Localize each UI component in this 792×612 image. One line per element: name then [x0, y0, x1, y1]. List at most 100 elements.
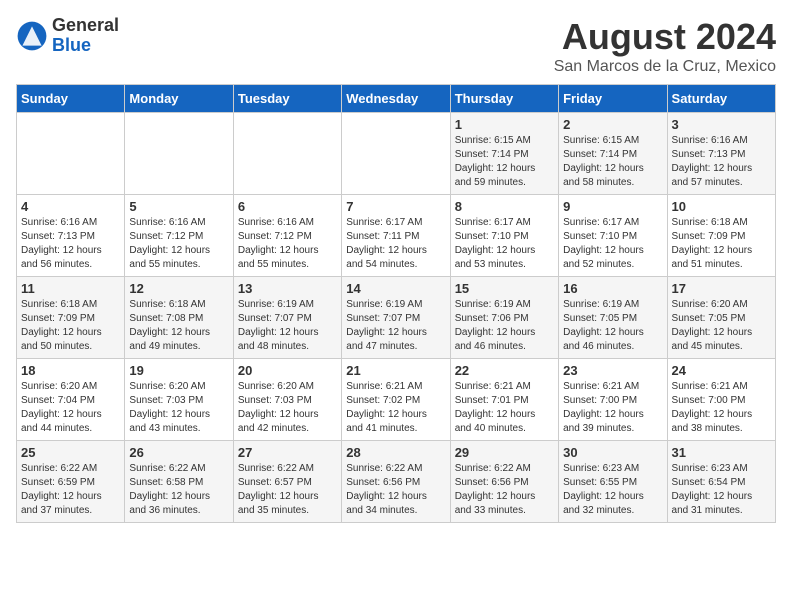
week-row-3: 11 Sunrise: 6:18 AM Sunset: 7:09 PM Dayli… [17, 277, 776, 359]
day-number: 26 [129, 445, 228, 460]
day-info: Sunrise: 6:18 AM Sunset: 7:09 PM Dayligh… [21, 298, 120, 354]
day-cell: 27Sunrise: 6:22 AM Sunset: 6:57 PM Dayli… [233, 441, 341, 523]
day-number: 17 [672, 281, 771, 296]
day-info: Sunrise: 6:16 AM Sunset: 7:13 PM Dayligh… [672, 134, 771, 190]
weekday-header-thursday: Thursday [450, 85, 558, 113]
day-cell [233, 113, 341, 195]
logo-general: General [52, 16, 119, 36]
weekday-header-saturday: Saturday [667, 85, 775, 113]
day-cell: 2Sunrise: 6:15 AM Sunset: 7:14 PM Daylig… [559, 113, 667, 195]
day-info: Sunrise: 6:20 AM Sunset: 7:05 PM Dayligh… [672, 298, 771, 354]
day-cell: 4 Sunrise: 6:16 AM Sunset: 7:13 PM Daylig… [17, 195, 125, 277]
day-info: Sunrise: 6:23 AM Sunset: 6:54 PM Dayligh… [672, 462, 771, 518]
day-number: 22 [455, 363, 554, 378]
weekday-header-tuesday: Tuesday [233, 85, 341, 113]
day-info: Sunrise: 6:21 AM Sunset: 7:00 PM Dayligh… [672, 380, 771, 436]
day-info: Sunrise: 6:22 AM Sunset: 6:59 PM Dayligh… [21, 462, 120, 518]
day-info: Sunrise: 6:16 AM Sunset: 7:12 PM Dayligh… [129, 216, 228, 272]
day-number: 10 [672, 199, 771, 214]
day-number: 16 [563, 281, 662, 296]
weekday-header-monday: Monday [125, 85, 233, 113]
day-cell: 16 Sunrise: 6:19 AM Sunset: 7:05 PM Dayli… [559, 277, 667, 359]
day-cell: 31 Sunrise: 6:23 AM Sunset: 6:54 PM Dayli… [667, 441, 775, 523]
page-header: General Blue August 2024 San Marcos de l… [16, 16, 776, 76]
day-number: 7 [346, 199, 445, 214]
day-info: Sunrise: 6:16 AM Sunset: 7:13 PM Dayligh… [21, 216, 120, 272]
day-number: 29 [455, 445, 554, 460]
day-cell: 8 Sunrise: 6:17 AM Sunset: 7:10 PM Daylig… [450, 195, 558, 277]
weekday-header-wednesday: Wednesday [342, 85, 450, 113]
day-info: Sunrise: 6:17 AM Sunset: 7:10 PM Dayligh… [455, 216, 554, 272]
day-number: 27 [238, 445, 337, 460]
day-cell: 11 Sunrise: 6:18 AM Sunset: 7:09 PM Dayli… [17, 277, 125, 359]
calendar-table: SundayMondayTuesdayWednesdayThursdayFrid… [16, 84, 776, 523]
day-cell: 14Sunrise: 6:19 AM Sunset: 7:07 PM Dayli… [342, 277, 450, 359]
week-row-5: 25 Sunrise: 6:22 AM Sunset: 6:59 PM Dayli… [17, 441, 776, 523]
day-info: Sunrise: 6:19 AM Sunset: 7:06 PM Dayligh… [455, 298, 554, 354]
day-info: Sunrise: 6:22 AM Sunset: 6:56 PM Dayligh… [455, 462, 554, 518]
day-info: Sunrise: 6:18 AM Sunset: 7:09 PM Dayligh… [672, 216, 771, 272]
day-cell: 7 Sunrise: 6:17 AM Sunset: 7:11 PM Daylig… [342, 195, 450, 277]
day-number: 31 [672, 445, 771, 460]
day-info: Sunrise: 6:17 AM Sunset: 7:10 PM Dayligh… [563, 216, 662, 272]
logo-text: General Blue [52, 16, 119, 56]
day-info: Sunrise: 6:17 AM Sunset: 7:11 PM Dayligh… [346, 216, 445, 272]
day-number: 3 [672, 117, 771, 132]
day-cell: 1Sunrise: 6:15 AM Sunset: 7:14 PM Daylig… [450, 113, 558, 195]
day-number: 18 [21, 363, 120, 378]
day-cell: 22Sunrise: 6:21 AM Sunset: 7:01 PM Dayli… [450, 359, 558, 441]
day-cell: 28 Sunrise: 6:22 AM Sunset: 6:56 PM Dayli… [342, 441, 450, 523]
day-number: 12 [129, 281, 228, 296]
week-row-2: 4 Sunrise: 6:16 AM Sunset: 7:13 PM Daylig… [17, 195, 776, 277]
day-info: Sunrise: 6:19 AM Sunset: 7:05 PM Dayligh… [563, 298, 662, 354]
day-cell [342, 113, 450, 195]
week-row-1: 1Sunrise: 6:15 AM Sunset: 7:14 PM Daylig… [17, 113, 776, 195]
day-cell [17, 113, 125, 195]
day-cell: 10 Sunrise: 6:18 AM Sunset: 7:09 PM Dayli… [667, 195, 775, 277]
day-cell: 5 Sunrise: 6:16 AM Sunset: 7:12 PM Daylig… [125, 195, 233, 277]
logo-icon [16, 20, 48, 52]
day-cell: 17 Sunrise: 6:20 AM Sunset: 7:05 PM Dayli… [667, 277, 775, 359]
day-info: Sunrise: 6:22 AM Sunset: 6:56 PM Dayligh… [346, 462, 445, 518]
day-cell: 15 Sunrise: 6:19 AM Sunset: 7:06 PM Dayli… [450, 277, 558, 359]
title-block: August 2024 San Marcos de la Cruz, Mexic… [554, 16, 776, 76]
day-cell: 23 Sunrise: 6:21 AM Sunset: 7:00 PM Dayli… [559, 359, 667, 441]
day-cell: 18Sunrise: 6:20 AM Sunset: 7:04 PM Dayli… [17, 359, 125, 441]
day-number: 11 [21, 281, 120, 296]
day-number: 20 [238, 363, 337, 378]
day-info: Sunrise: 6:18 AM Sunset: 7:08 PM Dayligh… [129, 298, 228, 354]
day-number: 4 [21, 199, 120, 214]
day-number: 9 [563, 199, 662, 214]
day-info: Sunrise: 6:21 AM Sunset: 7:02 PM Dayligh… [346, 380, 445, 436]
day-number: 30 [563, 445, 662, 460]
day-number: 14 [346, 281, 445, 296]
day-cell [125, 113, 233, 195]
day-number: 13 [238, 281, 337, 296]
day-info: Sunrise: 6:23 AM Sunset: 6:55 PM Dayligh… [563, 462, 662, 518]
day-info: Sunrise: 6:21 AM Sunset: 7:00 PM Dayligh… [563, 380, 662, 436]
location-subtitle: San Marcos de la Cruz, Mexico [554, 58, 776, 76]
day-info: Sunrise: 6:15 AM Sunset: 7:14 PM Dayligh… [563, 134, 662, 190]
day-number: 23 [563, 363, 662, 378]
day-cell: 21 Sunrise: 6:21 AM Sunset: 7:02 PM Dayli… [342, 359, 450, 441]
month-year-title: August 2024 [554, 16, 776, 58]
day-number: 15 [455, 281, 554, 296]
day-cell: 13 Sunrise: 6:19 AM Sunset: 7:07 PM Dayli… [233, 277, 341, 359]
day-info: Sunrise: 6:22 AM Sunset: 6:58 PM Dayligh… [129, 462, 228, 518]
day-number: 28 [346, 445, 445, 460]
day-cell: 30 Sunrise: 6:23 AM Sunset: 6:55 PM Dayli… [559, 441, 667, 523]
day-info: Sunrise: 6:16 AM Sunset: 7:12 PM Dayligh… [238, 216, 337, 272]
logo: General Blue [16, 16, 119, 56]
day-number: 24 [672, 363, 771, 378]
day-cell: 19Sunrise: 6:20 AM Sunset: 7:03 PM Dayli… [125, 359, 233, 441]
weekday-header-sunday: Sunday [17, 85, 125, 113]
day-number: 21 [346, 363, 445, 378]
day-number: 5 [129, 199, 228, 214]
day-cell: 6Sunrise: 6:16 AM Sunset: 7:12 PM Daylig… [233, 195, 341, 277]
day-info: Sunrise: 6:19 AM Sunset: 7:07 PM Dayligh… [238, 298, 337, 354]
day-number: 25 [21, 445, 120, 460]
weekday-header-row: SundayMondayTuesdayWednesdayThursdayFrid… [17, 85, 776, 113]
day-info: Sunrise: 6:20 AM Sunset: 7:03 PM Dayligh… [129, 380, 228, 436]
day-number: 8 [455, 199, 554, 214]
day-cell: 3 Sunrise: 6:16 AM Sunset: 7:13 PM Daylig… [667, 113, 775, 195]
